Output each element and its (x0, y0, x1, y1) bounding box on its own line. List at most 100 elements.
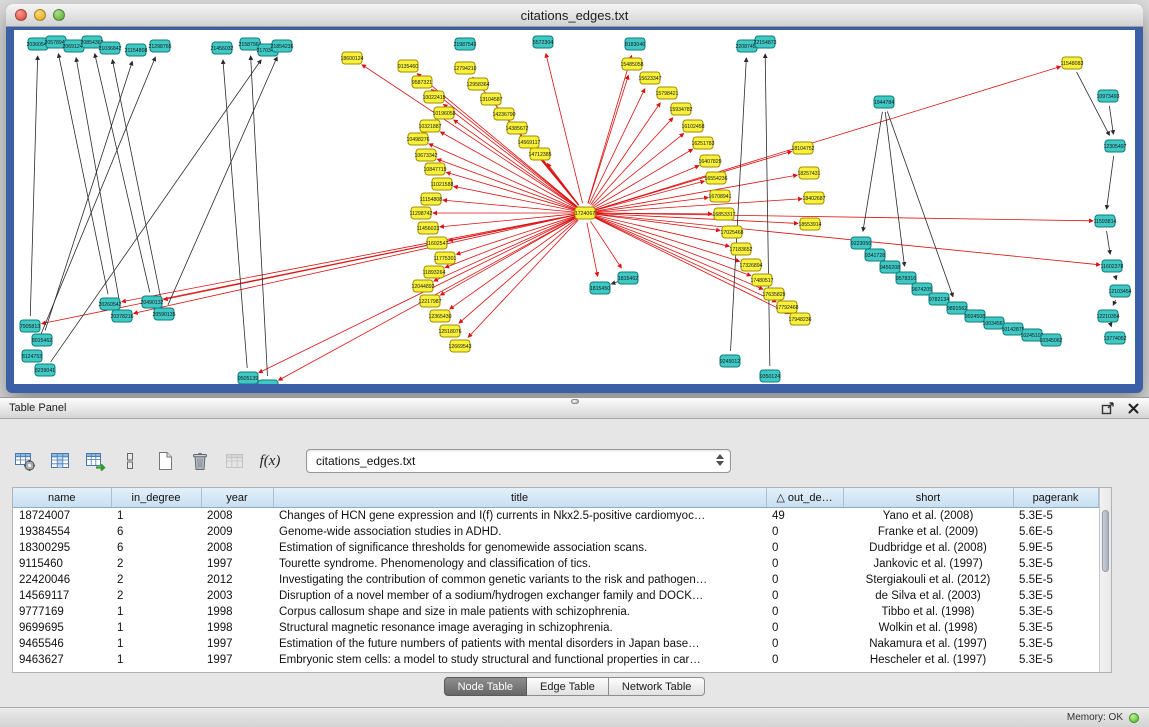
graph-node[interactable]: 10973493 (1096, 90, 1119, 102)
graph-node[interactable]: 12305497 (1103, 140, 1126, 152)
graph-node[interactable]: 5572304 (533, 36, 553, 48)
graph-edge[interactable] (863, 112, 882, 231)
table-row[interactable]: 946554611997Estimation of the future num… (13, 636, 1098, 652)
new-table-button[interactable] (150, 446, 180, 476)
edit-table-button[interactable] (80, 446, 110, 476)
graph-node[interactable]: 10321887 (418, 120, 441, 132)
graph-node[interactable]: 11593814 (1094, 215, 1117, 227)
graph-edge[interactable] (546, 54, 583, 204)
graph-node[interactable]: 16554236 (704, 172, 727, 184)
graph-node[interactable]: 15798421 (655, 87, 678, 99)
splitter-handle[interactable] (571, 399, 579, 404)
zoom-window-button[interactable] (53, 9, 65, 21)
graph-node[interactable]: 1815462 (618, 272, 638, 284)
graph-node[interactable]: 11456023 (417, 222, 440, 234)
graph-edge[interactable] (223, 60, 247, 368)
graph-node[interactable]: 21854236 (270, 40, 293, 52)
graph-node[interactable]: 11548083 (1061, 57, 1084, 69)
graph-node[interactable]: 16708941 (708, 190, 731, 202)
graph-node[interactable]: 14385672 (505, 122, 528, 134)
column-header-year[interactable]: year (201, 488, 273, 508)
graph-node[interactable]: 18257431 (797, 167, 820, 179)
graph-edge[interactable] (765, 54, 770, 366)
graph-node[interactable]: 18600124 (340, 52, 363, 64)
graph-node[interactable]: 12217987 (418, 295, 441, 307)
graph-node[interactable]: 16407829 (698, 155, 721, 167)
tab-network-table[interactable]: Network Table (609, 677, 706, 696)
column-header-out_de[interactable]: △ out_de… (766, 488, 843, 508)
graph-edge[interactable] (134, 215, 576, 313)
graph-node[interactable]: 11298742 (410, 207, 433, 219)
graph-node[interactable]: 20590135 (152, 308, 175, 320)
graph-node[interactable]: 8183046 (625, 38, 645, 50)
graph-node[interactable]: 14712385 (528, 148, 551, 160)
graph-edge[interactable] (1113, 300, 1115, 305)
graph-node[interactable]: 1944784 (874, 96, 894, 108)
graph-edge[interactable] (434, 217, 576, 281)
row-height-button[interactable] (115, 446, 145, 476)
graph-edge[interactable] (440, 132, 576, 208)
table-row[interactable]: 911546021997Tourette syndrome. Phenomeno… (13, 556, 1098, 572)
graph-edge[interactable] (122, 215, 575, 302)
graph-node[interactable]: 16102458 (681, 120, 704, 132)
table-row[interactable]: 946362711997Embryonic stem cells: a mode… (13, 652, 1098, 668)
graph-edge[interactable] (30, 56, 37, 316)
table-row[interactable]: 1456911722003Disruption of a novel membe… (13, 588, 1098, 604)
table-panel-header[interactable]: Table Panel (0, 398, 1149, 419)
delete-table-button[interactable] (185, 446, 215, 476)
graph-node[interactable]: 10022415 (422, 91, 445, 103)
column-header-short[interactable]: short (843, 488, 1013, 508)
graph-node[interactable]: 18402687 (802, 192, 825, 204)
graph-node[interactable]: 9587321 (412, 76, 432, 88)
graph-node[interactable]: 18104752 (791, 142, 814, 154)
graph-edge[interactable] (45, 61, 132, 330)
network-canvas[interactable]: 1724067913546095873211002241510196058103… (14, 30, 1135, 384)
graph-node[interactable]: 12210354 (1096, 310, 1119, 322)
graph-node[interactable]: 15934782 (669, 103, 692, 115)
column-header-name[interactable]: name (13, 488, 111, 508)
graph-node[interactable]: 21298765 (148, 40, 171, 52)
graph-edge[interactable] (440, 218, 576, 295)
window-titlebar[interactable]: citations_edges.txt (6, 4, 1143, 27)
graph-edge[interactable] (885, 112, 904, 266)
column-header-in_degree[interactable]: in_degree (111, 488, 201, 508)
graph-node[interactable]: 9891562 (947, 302, 967, 314)
select-columns-button[interactable] (45, 446, 75, 476)
table-settings-button[interactable] (10, 446, 40, 476)
graph-edge[interactable] (168, 57, 277, 305)
graph-node[interactable]: 17183652 (729, 243, 752, 255)
graph-node[interactable]: 9135460 (398, 60, 418, 72)
graph-node[interactable]: 10345062 (1039, 334, 1062, 346)
graph-node[interactable]: 20490132 (140, 296, 163, 308)
graph-node[interactable]: 15623347 (638, 72, 661, 84)
table-source-select[interactable]: citations_edges.txt (306, 449, 731, 473)
graph-node[interactable]: 8239041 (35, 364, 55, 376)
graph-edge[interactable] (1115, 276, 1116, 280)
graph-node[interactable]: 12669543 (448, 340, 471, 352)
graph-node[interactable]: 13104587 (479, 93, 502, 105)
graph-edge[interactable] (251, 56, 268, 376)
tab-edge-table[interactable]: Edge Table (527, 677, 609, 696)
graph-node[interactable]: 11154808 (420, 193, 442, 205)
graph-node[interactable]: 20260542 (98, 298, 121, 310)
graph-node[interactable]: 17635829 (762, 288, 785, 300)
graph-node[interactable]: 7905813 (20, 320, 40, 332)
table-row[interactable]: 1938455462009Genome-wide association stu… (13, 524, 1098, 540)
minimize-window-button[interactable] (34, 9, 46, 21)
close-window-button[interactable] (15, 9, 27, 21)
graph-node[interactable]: 12044892 (411, 280, 434, 292)
graph-edge[interactable] (429, 144, 576, 209)
graph-node[interactable]: 11893264 (423, 266, 446, 278)
graph-node[interactable]: 8124753 (22, 350, 42, 362)
graph-edge[interactable] (1107, 231, 1111, 254)
graph-node[interactable]: 17792468 (775, 301, 798, 313)
graph-edge[interactable] (95, 54, 150, 293)
graph-node[interactable]: 16251783 (691, 137, 714, 149)
graph-node[interactable]: 13774052 (1103, 332, 1126, 344)
graph-edge[interactable] (595, 215, 730, 246)
graph-edge[interactable] (1107, 156, 1114, 209)
graph-node[interactable]: 9505139 (238, 372, 258, 384)
tab-node-table[interactable]: Node Table (444, 677, 527, 696)
graph-node[interactable]: 14236790 (492, 108, 515, 120)
float-panel-icon[interactable] (1100, 401, 1114, 415)
